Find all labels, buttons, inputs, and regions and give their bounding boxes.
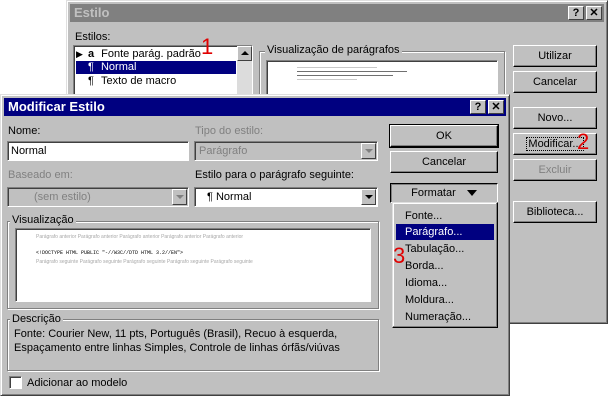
front-cancel-button[interactable]: Cancelar [390,151,498,173]
based-on-select[interactable]: (sem estilo) [7,187,189,207]
annotation-step-3: 3 [393,243,406,268]
library-button[interactable]: Biblioteca... [513,201,597,223]
modify-close-button[interactable]: ✕ [488,100,504,114]
ok-button[interactable]: OK [389,124,499,148]
menu-item-language[interactable]: Idioma... [396,275,494,291]
preview-next-paragraph: Parágrafo seguinte Parágrafo seguinte Pa… [36,259,253,265]
annotation-step-2: 2 [577,129,590,154]
format-button[interactable]: Formatar [390,183,498,203]
estilo-close-button[interactable]: ✕ [586,6,602,20]
add-to-template-checkbox[interactable] [9,376,22,389]
menu-item-border[interactable]: Borda... [396,258,494,274]
style-type-label: Tipo do estilo: [195,125,264,137]
menu-item-paragraph[interactable]: Parágrafo... [396,224,494,240]
menu-item-frame[interactable]: Moldura... [396,292,494,308]
name-field[interactable]: Normal [7,141,189,161]
styles-list-item-selected[interactable]: ¶ Normal [76,61,236,74]
estilo-title: Estilo [74,5,110,20]
description-label: Descrição [10,313,63,325]
style-mark-icon: a [87,48,95,60]
estilo-titlebar[interactable]: Estilo ? ✕ [70,4,604,22]
styles-list[interactable]: ▶ a Fonte parág. padrão ¶ Normal ¶ Texto… [73,45,253,97]
next-style-select[interactable]: ¶ Normal [194,187,378,207]
preview-group: Visualização Parágrafo anterior Parágraf… [7,214,379,309]
styles-list-item[interactable]: ▶ a Fonte parág. padrão [76,47,201,61]
back-cancel-button[interactable]: Cancelar [513,71,597,93]
preview-sample-text: <!DOCTYPE HTML PUBLIC "-//W3C//DTD HTML … [36,250,184,256]
annotation-step-1: 1 [201,34,214,59]
style-type-select[interactable]: Parágrafo [194,141,378,161]
style-mark-icon: ¶ [88,61,94,73]
name-label: Nome: [8,125,41,137]
format-menu: Fonte... Parágrafo... Tabulação... Borda… [392,202,498,328]
triangle-down-icon [466,190,477,197]
new-button[interactable]: Novo... [513,107,597,129]
scroll-up-button[interactable] [237,46,252,61]
styles-label: Estilos: [75,31,111,43]
menu-item-numbering[interactable]: Numeração... [396,309,494,325]
modify-style-title: Modificar Estilo [8,99,105,114]
styles-list-item[interactable]: ¶ Texto de macro [88,74,176,88]
description-group: Descrição Fonte: Courier New, 11 pts, Po… [7,313,379,371]
menu-item-font[interactable]: Fonte... [396,208,494,224]
apply-button[interactable]: Utilizar [513,45,597,67]
modify-style-titlebar[interactable]: Modificar Estilo ? ✕ [4,98,506,116]
chevron-down-icon[interactable] [361,189,376,205]
style-mark-icon: ¶ [88,75,94,87]
preview-box: Parágrafo anterior Parágrafo anterior Pa… [15,228,371,302]
description-line-2: Espaçamento entre linhas Simples, Contro… [14,342,340,354]
preview-label: Visualização [10,214,76,226]
paragraph-preview-label: Visualização de parágrafos [265,44,402,56]
styles-list-scrollbar[interactable] [237,46,252,96]
preview-previous-paragraph: Parágrafo anterior Parágrafo anterior Pa… [36,234,244,240]
chevron-down-icon[interactable] [172,189,187,205]
next-style-label: Estilo para o parágrafo seguinte: [195,169,354,181]
based-on-label: Baseado em: [8,169,73,181]
delete-button[interactable]: Excluir [513,159,597,181]
add-to-template-label: Adicionar ao modelo [27,377,128,389]
chevron-down-icon[interactable] [361,143,376,159]
description-line-1: Fonte: Courier New, 11 pts, Português (B… [14,328,338,340]
estilo-help-button[interactable]: ? [568,6,584,20]
modify-help-button[interactable]: ? [470,100,486,114]
menu-item-tabs[interactable]: Tabulação... [396,241,494,257]
chevron-up-icon [241,51,249,55]
